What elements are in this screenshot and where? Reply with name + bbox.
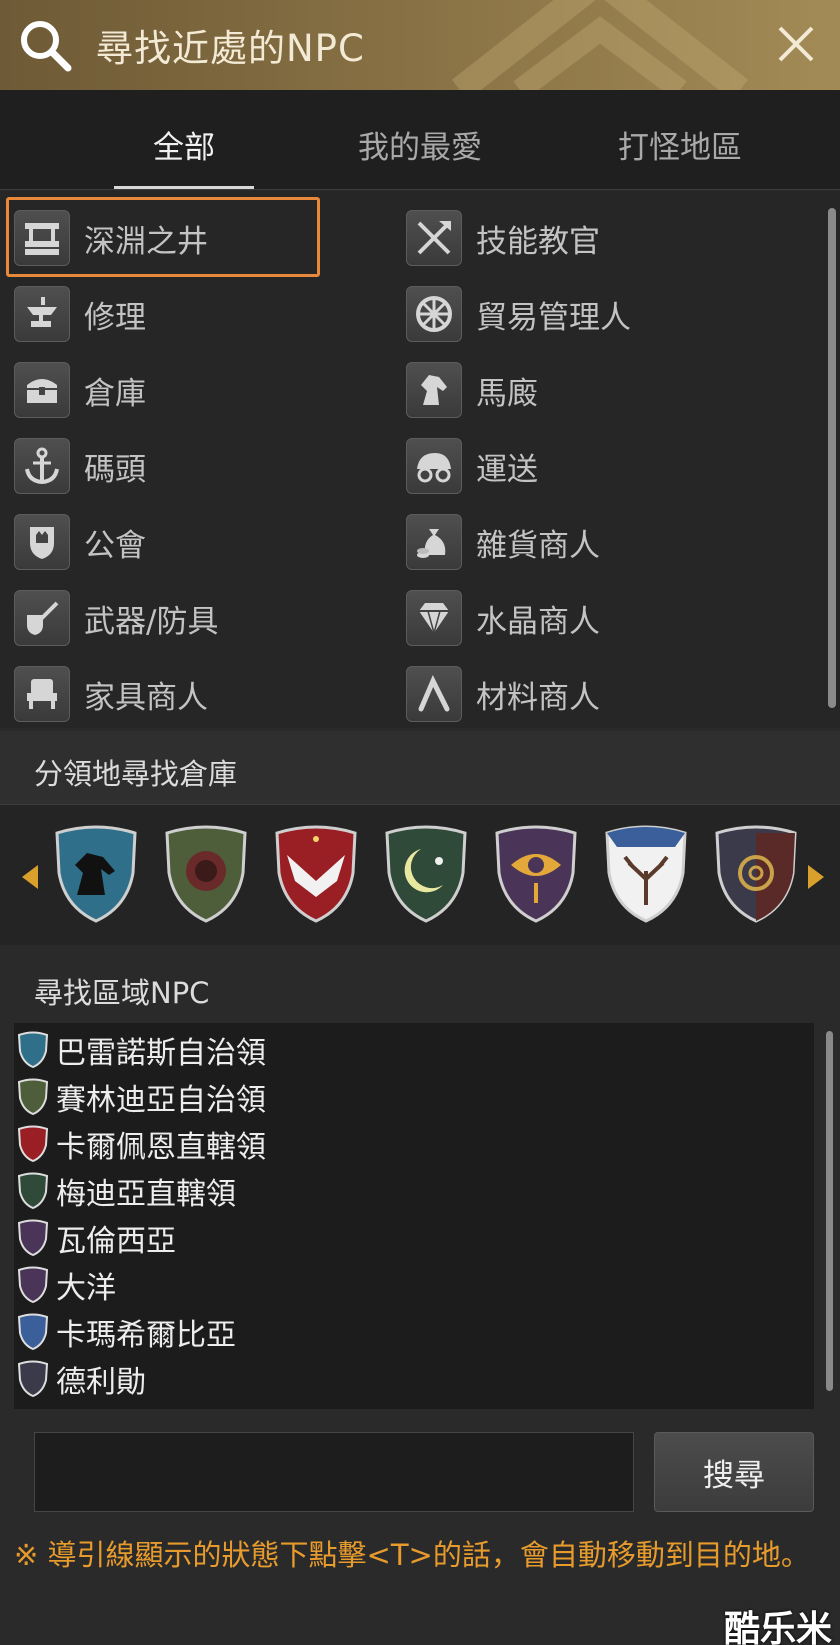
npc-item-crystal-merchant[interactable]: 水晶商人 — [406, 585, 600, 651]
eye-shield-icon[interactable] — [493, 825, 579, 925]
left-arrow-icon[interactable] — [18, 863, 40, 891]
region-crest-icon — [17, 1031, 49, 1069]
tab-favorites[interactable]: 我的最愛 — [340, 122, 500, 167]
region-crest-icon — [17, 1078, 49, 1116]
npc-item-weapons-armor[interactable]: 武器/防具 — [14, 585, 218, 651]
wagon-icon — [406, 438, 462, 494]
sword-shield-icon — [14, 590, 70, 646]
npc-item-transport[interactable]: 運送 — [406, 433, 538, 499]
npc-label: 家具商人 — [84, 679, 208, 716]
npc-label: 修理 — [84, 299, 146, 336]
watermark: 酷乐米 — [723, 1609, 832, 1645]
region-item-mediah[interactable]: 梅迪亞直轄領 — [14, 1168, 236, 1214]
region-label: 賽林迪亞自治領 — [56, 1083, 266, 1118]
crystal-icon — [406, 590, 462, 646]
antler-shield-icon[interactable] — [603, 825, 689, 925]
tab-all[interactable]: 全部 — [114, 122, 254, 167]
chair-icon — [14, 666, 70, 722]
region-crest-icon — [17, 1219, 49, 1257]
right-arrow-icon[interactable] — [806, 863, 828, 891]
eagle-shield-icon[interactable] — [273, 825, 359, 925]
npc-item-dock[interactable]: 碼頭 — [14, 433, 146, 499]
npc-label: 碼頭 — [84, 451, 146, 488]
anvil-icon — [14, 286, 70, 342]
npc-item-warehouse[interactable]: 倉庫 — [14, 357, 146, 423]
npc-label: 深淵之井 — [84, 223, 208, 260]
region-scrollbar[interactable] — [826, 1031, 833, 1391]
guild-crest-icon — [14, 514, 70, 570]
npc-label: 水晶商人 — [476, 603, 600, 640]
moon-shield-icon[interactable] — [383, 825, 469, 925]
npc-label: 馬廄 — [476, 375, 538, 412]
region-item-calpheon[interactable]: 卡爾佩恩直轄領 — [14, 1121, 266, 1167]
npc-label: 技能教官 — [476, 223, 600, 260]
section-title: 尋找區域NPC — [34, 976, 210, 1010]
region-label: 卡瑪希爾比亞 — [56, 1318, 236, 1353]
active-tab-indicator — [114, 186, 254, 189]
guide-notice: ※ 導引線顯示的狀態下點擊<T>的話，會自動移動到目的地。 — [14, 1538, 810, 1572]
chest-icon — [14, 362, 70, 418]
npc-item-material-merchant[interactable]: 材料商人 — [406, 661, 600, 727]
region-list: 巴雷諾斯自治領 賽林迪亞自治領 卡爾佩恩直轄領 梅迪亞直轄領 瓦倫西亞 大洋 卡… — [14, 1023, 833, 1409]
tab-bar: 全部 我的最愛 打怪地區 — [0, 90, 840, 190]
npc-item-skill-instructor[interactable]: 技能教官 — [406, 205, 600, 271]
region-section-header: 尋找區域NPC — [0, 950, 840, 1024]
region-crest-icon — [17, 1172, 49, 1210]
npc-label: 公會 — [84, 527, 146, 564]
warehouse-section-header: 分領地尋找倉庫 — [0, 731, 840, 805]
search-button[interactable]: 搜尋 — [654, 1432, 814, 1512]
region-label: 卡爾佩恩直轄領 — [56, 1130, 266, 1165]
region-crest-icon — [17, 1360, 49, 1398]
pickaxe-icon — [406, 666, 462, 722]
wheel-icon — [406, 286, 462, 342]
close-icon[interactable] — [774, 22, 818, 66]
npc-item-furniture-merchant[interactable]: 家具商人 — [14, 661, 208, 727]
header-bar: 尋找近處的NPC — [0, 0, 840, 90]
region-label: 梅迪亞直轄領 — [56, 1177, 236, 1212]
chevron-decoration — [451, 0, 749, 90]
well-icon — [14, 210, 70, 266]
npc-item-guild[interactable]: 公會 — [14, 509, 146, 575]
knot-shield-icon[interactable] — [713, 825, 799, 925]
section-title: 分領地尋找倉庫 — [34, 757, 238, 791]
search-icon — [21, 21, 72, 72]
npc-item-stable[interactable]: 馬廄 — [406, 357, 538, 423]
npc-label: 雜貨商人 — [476, 527, 600, 564]
region-item-ocean[interactable]: 大洋 — [14, 1262, 116, 1308]
anchor-icon — [14, 438, 70, 494]
search-input[interactable] — [34, 1432, 634, 1512]
npc-item-abyss-well[interactable]: 深淵之井 — [14, 205, 208, 271]
region-label: 大洋 — [56, 1271, 116, 1306]
region-crest-icon — [17, 1313, 49, 1351]
npc-item-repair[interactable]: 修理 — [14, 281, 146, 347]
horse-shield-icon[interactable] — [53, 825, 139, 925]
region-item-drieghan[interactable]: 德利勛 — [14, 1356, 146, 1402]
territory-shield-row — [0, 805, 840, 945]
axe-sword-icon — [406, 210, 462, 266]
npc-label: 運送 — [476, 451, 538, 488]
region-item-serendia[interactable]: 賽林迪亞自治領 — [14, 1074, 266, 1120]
region-item-balenos[interactable]: 巴雷諾斯自治領 — [14, 1027, 266, 1073]
region-label: 巴雷諾斯自治領 — [56, 1036, 266, 1071]
npc-label: 武器/防具 — [84, 603, 219, 640]
npc-label: 材料商人 — [476, 679, 600, 716]
money-bag-icon — [406, 514, 462, 570]
npc-item-general-merchant[interactable]: 雜貨商人 — [406, 509, 600, 575]
npc-item-trade-manager[interactable]: 貿易管理人 — [406, 281, 631, 347]
npc-scrollbar[interactable] — [828, 208, 836, 708]
header-title: 尋找近處的NPC — [96, 27, 365, 70]
tab-hunting-areas[interactable]: 打怪地區 — [600, 122, 760, 167]
lion-shield-icon[interactable] — [163, 825, 249, 925]
region-crest-icon — [17, 1266, 49, 1304]
region-label: 德利勛 — [56, 1365, 146, 1400]
npc-label: 倉庫 — [84, 375, 146, 412]
npc-label: 貿易管理人 — [476, 299, 631, 336]
horse-icon — [406, 362, 462, 418]
region-label: 瓦倫西亞 — [56, 1224, 176, 1259]
region-item-kamasylvia[interactable]: 卡瑪希爾比亞 — [14, 1309, 236, 1355]
region-crest-icon — [17, 1125, 49, 1163]
region-item-valencia[interactable]: 瓦倫西亞 — [14, 1215, 176, 1261]
